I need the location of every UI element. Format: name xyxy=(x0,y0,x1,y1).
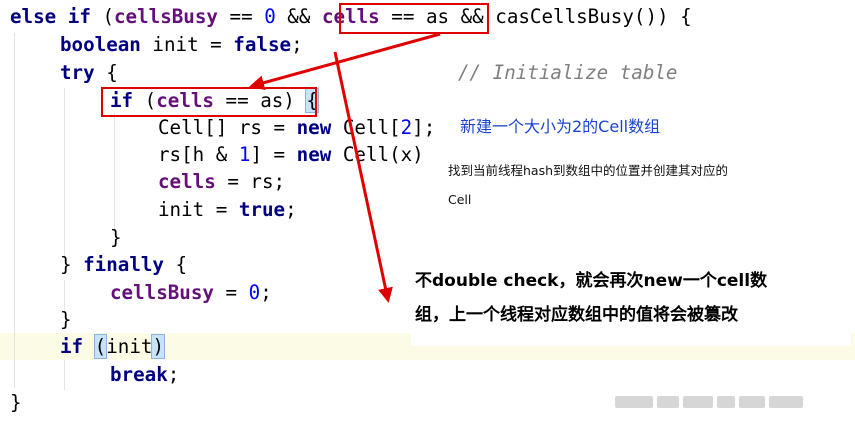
watermark-block xyxy=(683,396,713,408)
arrow-to-inner-check xyxy=(249,32,441,91)
watermark-block xyxy=(717,396,735,408)
watermark-block xyxy=(615,396,653,408)
arrow-to-note xyxy=(333,51,393,303)
watermark-block xyxy=(657,396,679,408)
watermark-logo xyxy=(615,390,835,414)
annotation-arrows xyxy=(249,32,441,303)
watermark-block xyxy=(769,396,803,408)
watermark-block xyxy=(739,396,765,408)
